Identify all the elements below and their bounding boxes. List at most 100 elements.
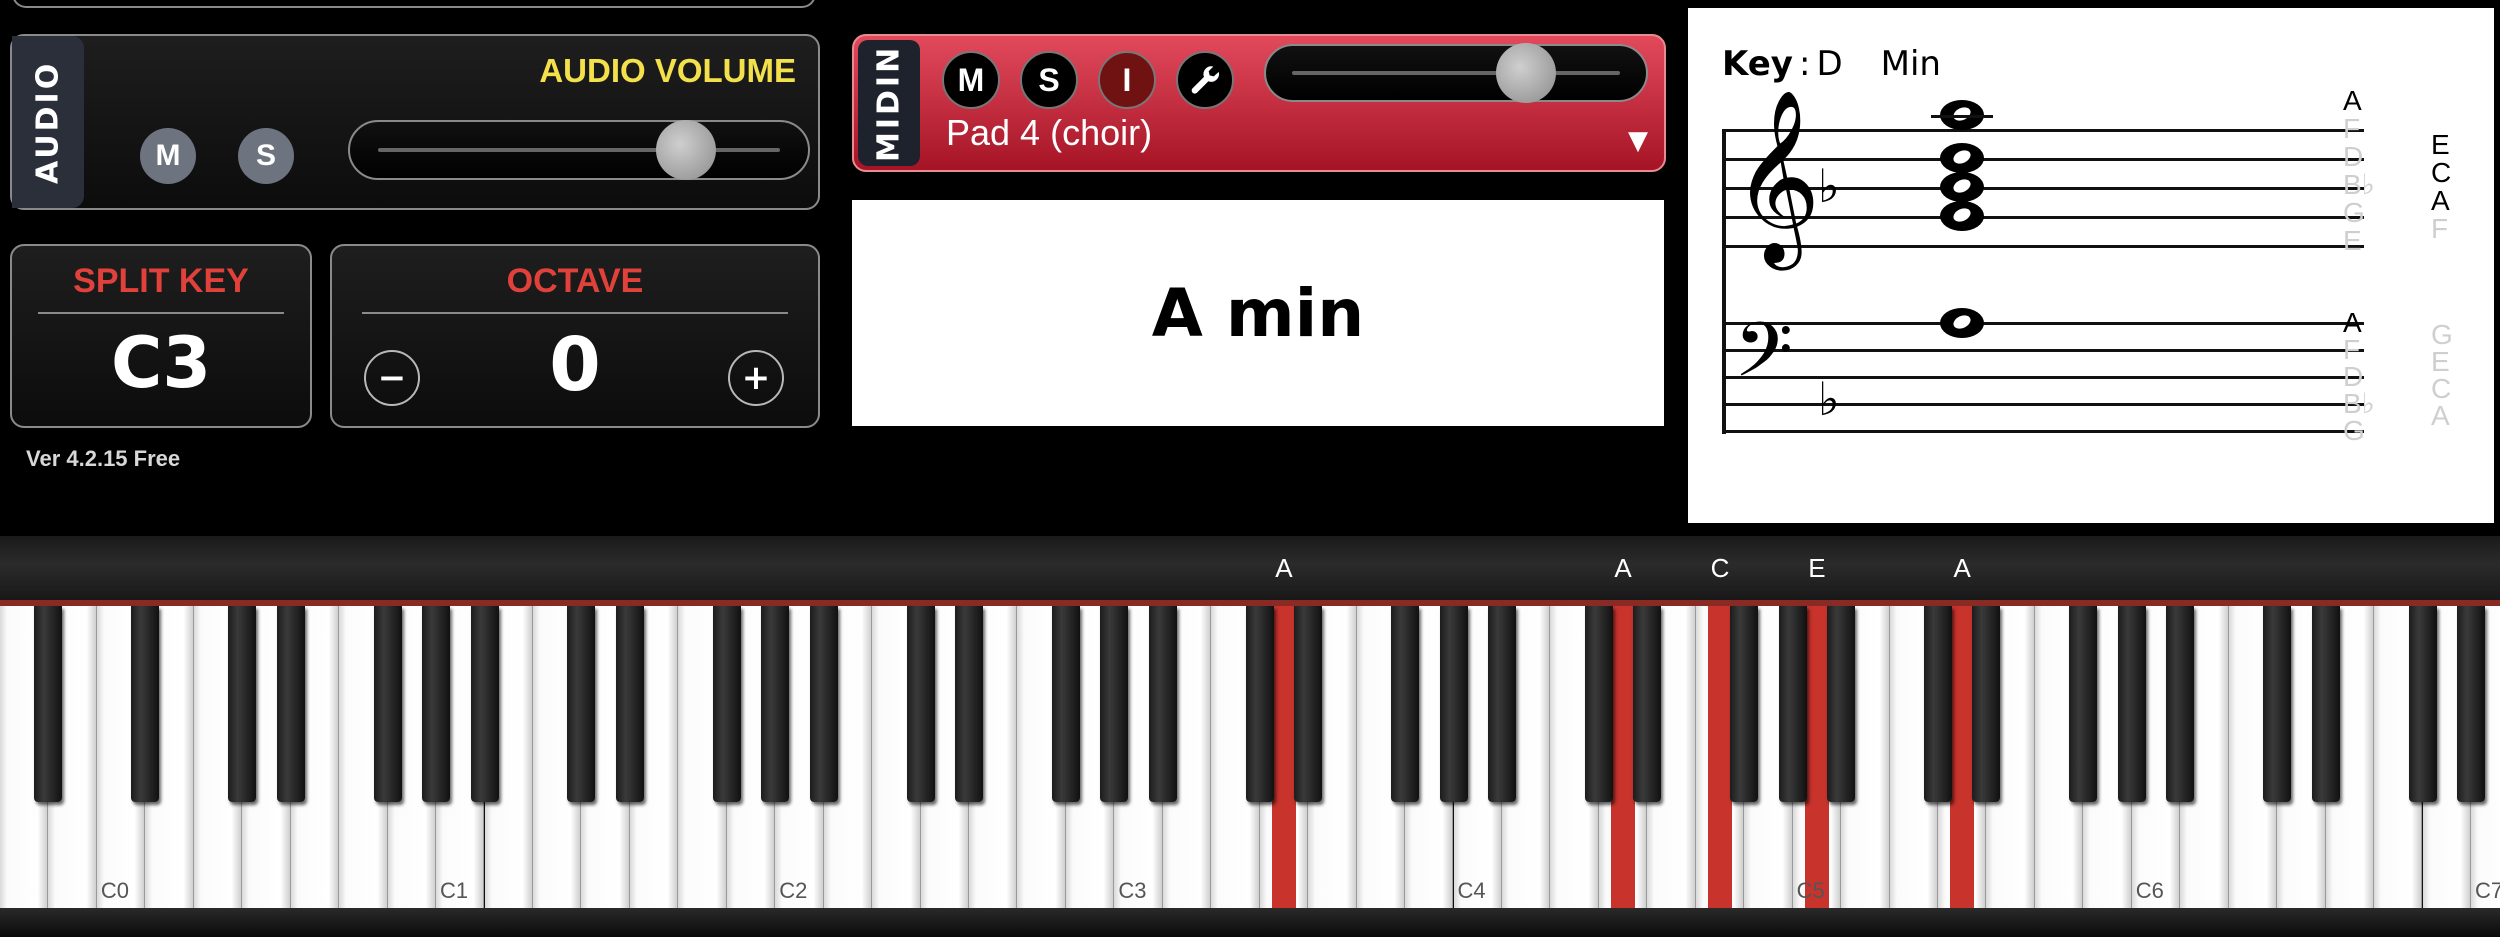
midi-slider-line [1292,71,1620,75]
black-key[interactable] [1245,606,1274,802]
audio-mute-button[interactable]: M [140,128,196,184]
staff-note-name: C [2431,373,2452,404]
chord-name: A min [1151,274,1365,352]
octave-plus-button[interactable]: + [728,350,784,406]
black-key[interactable] [1972,606,2001,802]
black-key[interactable] [422,606,451,802]
staff-note-name: E [2343,225,2362,256]
midi-instrument-button[interactable]: I [1098,51,1156,109]
chord-display: A min [852,200,1664,426]
black-key[interactable] [761,606,790,802]
active-key-name: A [1614,553,1632,583]
active-key-name: A [1953,553,1971,583]
black-key[interactable] [2456,606,2485,802]
black-key[interactable] [1778,606,1807,802]
bass-staff: 𝄢 ♭ [1722,308,2364,446]
midi-solo-button[interactable]: S [1020,51,1078,109]
staff-note-name: B♭ [2343,169,2375,200]
black-key[interactable] [809,606,838,802]
octave-label: C4 [1457,878,1486,903]
black-key[interactable] [2408,606,2437,802]
black-key[interactable] [615,606,644,802]
treble-note [1940,143,1984,173]
black-key[interactable] [567,606,596,802]
black-key[interactable] [906,606,935,802]
staff-note-name: A [2431,185,2450,216]
black-key[interactable] [1827,606,1856,802]
black-key[interactable] [34,606,63,802]
octave-title: OCTAVE [506,262,644,300]
treble-note [1940,172,1984,202]
black-key[interactable] [1584,606,1613,802]
staff-panel: Key: D Min 𝄞 ♭ A F D B♭ G E ECAF 𝄢 ♭ A F D B♭ G GEC… [1688,8,2494,523]
octave-panel: OCTAVE 0 − + [330,244,820,428]
staff-note-name: F [2343,113,2361,144]
black-key[interactable] [373,606,402,802]
black-key[interactable] [276,606,305,802]
black-key[interactable] [2263,606,2292,802]
staff-note-name: A [2431,400,2450,431]
black-key[interactable] [1294,606,1323,802]
bass-note [1940,308,1984,338]
instrument-dropdown-icon[interactable]: ▼ [1628,126,1648,156]
midi-settings-button[interactable] [1176,51,1234,109]
pressed-key-highlight [1950,606,1975,908]
black-key[interactable] [2117,606,2146,802]
system-bracket-lower [1722,322,1726,434]
midi-volume-slider[interactable] [1264,43,1648,103]
octave-label: C3 [1118,878,1147,903]
key-value: D [1816,44,1843,84]
staff-note-name: B♭ [2343,388,2375,419]
black-key[interactable] [2311,606,2340,802]
black-key[interactable] [2166,606,2195,802]
midi-instrument-name[interactable]: Pad 4 (choir) [946,112,1152,154]
black-key[interactable] [1148,606,1177,802]
wrench-icon [1191,66,1220,94]
black-key[interactable] [1439,606,1468,802]
split-key-divider [38,312,284,314]
black-key[interactable] [131,606,160,802]
black-key[interactable] [1487,606,1516,802]
black-key[interactable] [712,606,741,802]
audio-volume-slider[interactable] [348,120,810,180]
staff-note-name: E [2431,346,2450,377]
audio-volume-title: AUDIO VOLUME [539,52,796,89]
version-label: Ver 4.2.15 Free [26,446,181,471]
black-key[interactable] [228,606,257,802]
staff-note-name: G [2343,197,2365,228]
black-key[interactable] [2069,606,2098,802]
octave-minus-button[interactable]: − [364,350,420,406]
midi-panel: MIDIN M S I Pad 4 (choir) ▼ [852,34,1666,172]
treble-flat-icon: ♭ [1818,159,1840,213]
midi-side-label: MIDIN [858,40,920,166]
staff-note-name: D [2343,141,2364,172]
octave-divider [362,312,788,314]
octave-label: C1 [440,878,469,903]
midi-mute-button[interactable]: M [942,51,1000,109]
octave-label: C6 [2135,878,2164,903]
black-key[interactable] [1391,606,1420,802]
audio-solo-button[interactable]: S [238,128,294,184]
pressed-key-highlight [1271,606,1297,908]
treble-clef-icon: 𝄞 [1732,89,1821,263]
black-key[interactable] [1100,606,1129,802]
key-signature-label: Key: D Min [1722,44,1941,84]
staff-note-name: F [2343,334,2361,365]
black-key[interactable] [955,606,983,802]
split-key-panel[interactable]: SPLIT KEY C3 [10,244,312,428]
black-key[interactable] [1730,606,1759,802]
split-key-value: C3 [110,322,212,404]
audio-volume-thumb[interactable] [656,120,716,180]
pressed-key-highlight [1610,606,1636,908]
black-key[interactable] [1924,606,1952,802]
active-key-name: E [1808,553,1826,583]
staff-note-name: C [2431,157,2452,188]
black-key[interactable] [1051,606,1080,802]
black-key[interactable] [1633,606,1662,802]
staff-note-name: G [2431,319,2453,350]
octave-label: C5 [1796,878,1825,903]
bass-flat-icon: ♭ [1818,372,1840,426]
octave-label: C0 [100,878,130,903]
midi-volume-thumb[interactable] [1496,43,1556,103]
black-key[interactable] [470,606,499,802]
